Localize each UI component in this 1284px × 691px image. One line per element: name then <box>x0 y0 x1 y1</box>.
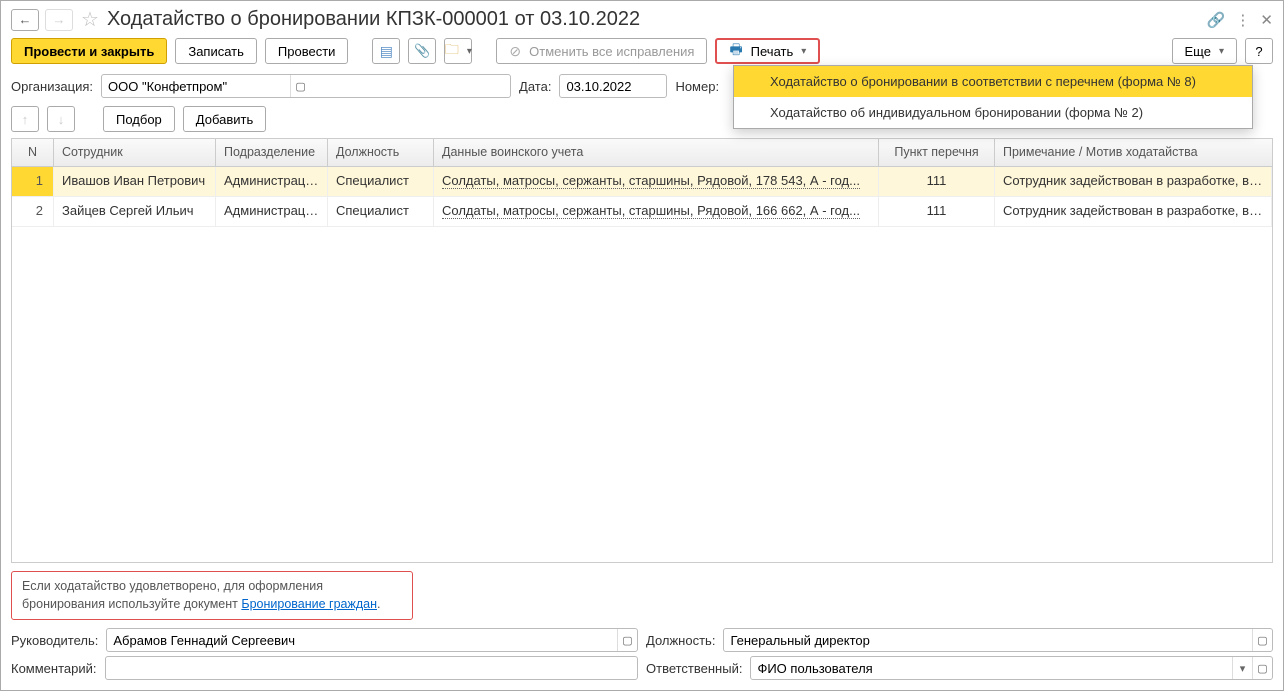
responsible-dropdown-button[interactable]: ▾ <box>1232 657 1252 679</box>
employee-table: N Сотрудник Подразделение Должность Данн… <box>11 138 1273 563</box>
header-bar: ← → ☆ Ходатайство о бронировании КПЗК-00… <box>1 1 1283 34</box>
col-n-header[interactable]: N <box>12 139 54 166</box>
position-open-button[interactable]: ▢ <box>1252 629 1272 651</box>
row-up-button[interactable]: ↑ <box>11 106 39 132</box>
save-button[interactable]: Записать <box>175 38 257 64</box>
info-hint-box: Если ходатайство удовлетворено, для офор… <box>11 571 413 620</box>
footer-row-1: Руководитель: ▢ Должность: ▢ <box>1 626 1283 654</box>
cell-position: Специалист <box>328 197 434 226</box>
link-icon[interactable]: 🔗 <box>1207 11 1226 29</box>
print-menu-item-form8[interactable]: Ходатайство о бронировании в соответстви… <box>734 66 1252 97</box>
manager-input-group: ▢ <box>106 628 638 652</box>
cell-note: Сотрудник задействован в разработке, в с… <box>995 197 1272 226</box>
col-position-header[interactable]: Должность <box>328 139 434 166</box>
post-button[interactable]: Провести <box>265 38 349 64</box>
manager-input[interactable] <box>107 629 617 651</box>
position-input-group: ▢ <box>723 628 1273 652</box>
comment-input-group <box>105 656 639 680</box>
responsible-input-group: ▾ ▢ <box>750 656 1273 680</box>
window: ← → ☆ Ходатайство о бронировании КПЗК-00… <box>0 0 1284 691</box>
nav-forward-button: → <box>45 9 73 31</box>
cell-department: Администрация <box>216 167 328 196</box>
header-actions: 🔗 ⋮ ✕ <box>1207 11 1273 29</box>
position-input[interactable] <box>724 629 1252 651</box>
manager-label: Руководитель: <box>11 633 98 648</box>
footer-row-2: Комментарий: Ответственный: ▾ ▢ <box>1 654 1283 690</box>
cell-military: Солдаты, матросы, сержанты, старшины, Ря… <box>434 197 879 226</box>
org-label: Организация: <box>11 79 93 94</box>
cell-n: 2 <box>12 197 54 226</box>
form-icon <box>380 43 393 60</box>
col-note-header[interactable]: Примечание / Мотив ходатайства <box>995 139 1272 166</box>
manager-open-button[interactable]: ▢ <box>617 629 637 651</box>
folder-dropdown-button[interactable] <box>444 38 472 64</box>
col-military-header[interactable]: Данные воинского учета <box>434 139 879 166</box>
table-body[interactable]: 1 Ивашов Иван Петрович Администрация Спе… <box>12 167 1272 562</box>
cell-note: Сотрудник задействован в разработке, в с… <box>995 167 1272 196</box>
military-link[interactable]: Солдаты, матросы, сержанты, старшины, Ря… <box>442 203 860 219</box>
close-icon[interactable]: ✕ <box>1260 11 1273 29</box>
cell-employee: Зайцев Сергей Ильич <box>54 197 216 226</box>
select-button[interactable]: Подбор <box>103 106 175 132</box>
comment-input[interactable] <box>106 657 638 679</box>
date-input[interactable] <box>560 75 666 97</box>
responsible-input[interactable] <box>751 657 1232 679</box>
col-department-header[interactable]: Подразделение <box>216 139 328 166</box>
cell-employee: Ивашов Иван Петрович <box>54 167 216 196</box>
org-input-group: ▢ <box>101 74 511 98</box>
table-header: N Сотрудник Подразделение Должность Данн… <box>12 139 1272 167</box>
info-text-end: . <box>377 597 380 611</box>
attach-button[interactable] <box>408 38 436 64</box>
responsible-open-button[interactable]: ▢ <box>1252 657 1272 679</box>
cell-position: Специалист <box>328 167 434 196</box>
cancel-icon <box>509 43 525 60</box>
kebab-menu-icon[interactable]: ⋮ <box>1235 11 1250 29</box>
print-menu-item-form2[interactable]: Ходатайство об индивидуальном бронирован… <box>734 97 1252 128</box>
favorite-star-icon[interactable]: ☆ <box>81 7 99 32</box>
cell-n: 1 <box>12 167 54 196</box>
position-label: Должность: <box>646 633 715 648</box>
table-row[interactable]: 2 Зайцев Сергей Ильич Администрация Спец… <box>12 197 1272 227</box>
print-dropdown-button[interactable]: Печать <box>715 38 820 64</box>
org-input[interactable] <box>102 75 290 97</box>
folder-icon <box>445 39 459 63</box>
nav-back-button[interactable]: ← <box>11 9 39 31</box>
responsible-label: Ответственный: <box>646 661 742 676</box>
date-input-group <box>559 74 667 98</box>
col-employee-header[interactable]: Сотрудник <box>54 139 216 166</box>
row-down-button[interactable]: ↓ <box>47 106 75 132</box>
printer-icon <box>729 39 746 63</box>
cancel-fixes-button: Отменить все исправления <box>496 38 707 64</box>
table-row[interactable]: 1 Ивашов Иван Петрович Администрация Спе… <box>12 167 1272 197</box>
add-button[interactable]: Добавить <box>183 106 266 132</box>
post-and-close-button[interactable]: Провести и закрыть <box>11 38 167 64</box>
window-title: Ходатайство о бронировании КПЗК-000001 о… <box>107 8 1201 31</box>
org-open-button[interactable]: ▢ <box>290 75 310 97</box>
number-label: Номер: <box>675 79 719 94</box>
booking-link[interactable]: Бронирование граждан <box>241 597 377 611</box>
paperclip-icon <box>414 43 430 59</box>
military-link[interactable]: Солдаты, матросы, сержанты, старшины, Ря… <box>442 173 860 189</box>
cell-department: Администрация <box>216 197 328 226</box>
help-button[interactable]: ? <box>1245 38 1273 64</box>
cell-point: 111 <box>879 197 995 226</box>
form-icon-button[interactable] <box>372 38 400 64</box>
date-label: Дата: <box>519 79 551 94</box>
comment-label: Комментарий: <box>11 661 97 676</box>
cell-point: 111 <box>879 167 995 196</box>
more-button[interactable]: Еще <box>1172 38 1237 64</box>
cell-military: Солдаты, матросы, сержанты, старшины, Ря… <box>434 167 879 196</box>
col-point-header[interactable]: Пункт перечня <box>879 139 995 166</box>
print-dropdown-menu: Ходатайство о бронировании в соответстви… <box>733 65 1253 129</box>
